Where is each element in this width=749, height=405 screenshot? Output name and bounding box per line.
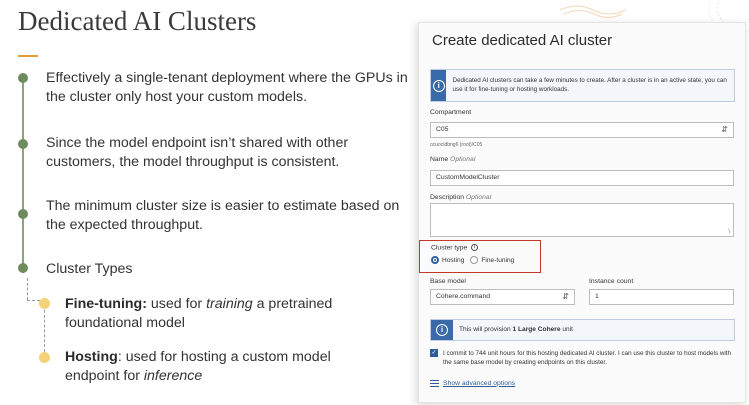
description-textarea[interactable]: ∖ (430, 203, 734, 237)
radio-fine-tuning[interactable]: Fine-tuning (470, 256, 514, 264)
dialog-title: Create dedicated AI cluster (432, 32, 613, 49)
provision-banner: i This will provision 1 Large Cohere uni… (430, 319, 735, 341)
info-icon[interactable]: i (471, 244, 479, 251)
bullet-dot (18, 139, 28, 149)
info-strip: i (431, 70, 447, 101)
slide-title: Dedicated AI Clusters (18, 6, 257, 36)
commit-checkbox-row[interactable]: ✓ I commit to 744 unit hours for this ho… (430, 349, 736, 367)
sub-bullet-dot (39, 352, 50, 363)
bullet-cluster-size: The minimum cluster size is easier to es… (46, 198, 400, 233)
sliders-icon (430, 379, 439, 387)
compartment-label: Compartment (430, 109, 472, 116)
compartment-path: ocuocidbng6 (root)/C05 (430, 142, 483, 148)
base-model-select[interactable]: Cohere.command ⇵ (430, 289, 575, 305)
resize-grip-icon[interactable]: ∖ (727, 228, 731, 235)
name-label: Name Optional (430, 156, 476, 163)
cluster-type-radio-group: Hosting Fine-tuning (431, 256, 520, 264)
tree-connector (27, 278, 28, 300)
title-accent-rule (18, 55, 38, 57)
info-icon: i (436, 324, 448, 336)
radio-button-selected[interactable] (431, 256, 439, 264)
timeline-line (22, 78, 24, 273)
bullet-dot (18, 263, 28, 273)
provision-text: This will provision 1 Large Cohere unit (459, 325, 573, 333)
name-input[interactable]: CustomModelCluster (430, 170, 734, 186)
bullet-single-tenant: Effectively a single-tenant deployment w… (46, 70, 408, 105)
compartment-select[interactable]: C05 ⇵ (430, 122, 734, 138)
sub-bullet-hosting: Hosting: used for hosting a custom model… (65, 349, 331, 384)
info-icon: i (432, 79, 445, 92)
cluster-type-label: Cluster type i (431, 244, 479, 251)
checkmark-icon[interactable]: ✓ (430, 349, 438, 357)
info-banner-text: Dedicated AI clusters can take a few min… (452, 76, 727, 93)
chevron-updown-icon: ⇵ (562, 292, 569, 301)
radio-button[interactable] (470, 256, 479, 264)
bullet-dot (18, 73, 28, 83)
sub-bullet-fine-tuning: Fine-tuning: used for training a pretrai… (65, 296, 333, 331)
sub-bullet-dot (39, 298, 50, 309)
base-model-label: Base model (430, 278, 466, 285)
instance-count-label: Instance count (589, 278, 634, 285)
info-strip: i (431, 320, 453, 340)
description-label: Description Optional (430, 194, 492, 201)
commit-text: I commit to 744 unit hours for this host… (443, 350, 732, 366)
decorative-wave (559, 5, 627, 18)
bullet-dot (18, 209, 28, 219)
show-advanced-options-link[interactable]: Show advanced options (430, 379, 515, 387)
chevron-updown-icon: ⇵ (721, 125, 728, 134)
info-banner: i Dedicated AI clusters can take a few m… (430, 69, 735, 102)
instance-count-input[interactable]: 1 (589, 289, 734, 305)
bullet-throughput: Since the model endpoint isn’t shared wi… (46, 135, 349, 170)
create-cluster-dialog: Create dedicated AI cluster i Dedicated … (418, 22, 746, 403)
bullet-cluster-types: Cluster Types (46, 261, 133, 277)
radio-hosting[interactable]: Hosting (431, 256, 464, 264)
